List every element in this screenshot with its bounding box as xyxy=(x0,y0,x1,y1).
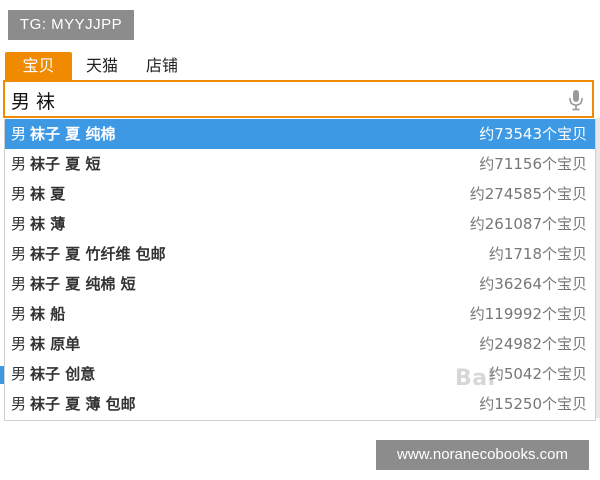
url-watermark-badge: www.noranecobooks.com xyxy=(376,440,589,470)
search-tabs: 宝贝 天猫 店铺 xyxy=(5,52,192,80)
tg-watermark-badge: TG: MYYJJPP xyxy=(8,10,134,40)
search-bar xyxy=(3,80,594,118)
result-count: 约15250个宝贝 xyxy=(479,395,587,413)
microphone-icon[interactable] xyxy=(568,89,584,111)
search-input[interactable] xyxy=(11,86,551,114)
page-edge-left xyxy=(0,366,4,384)
result-count: 约24982个宝贝 xyxy=(479,335,587,353)
suggestion-row[interactable]: 男袜子 夏 短 约71156个宝贝 xyxy=(5,149,595,179)
suggestion-row[interactable]: 男袜 薄 约261087个宝贝 xyxy=(5,209,595,239)
suggestion-row[interactable]: 男袜 原单 约24982个宝贝 xyxy=(5,329,595,359)
tab-shop[interactable]: 店铺 xyxy=(132,52,192,80)
suggestion-row[interactable]: 男袜 夏 约274585个宝贝 xyxy=(5,179,595,209)
suggestion-row[interactable]: 男袜子 夏 纯棉 约73543个宝贝 xyxy=(5,119,595,149)
result-count: 约274585个宝贝 xyxy=(469,185,587,203)
suggestion-row[interactable]: 男袜子 创意 约5042个宝贝 xyxy=(5,359,595,389)
suggestion-row[interactable]: 男袜子 夏 竹纤维 包邮 约1718个宝贝 xyxy=(5,239,595,269)
baidu-watermark: Bai xyxy=(455,366,496,391)
tab-tmall[interactable]: 天猫 xyxy=(72,52,132,80)
suggestion-dropdown: 男袜子 夏 纯棉 约73543个宝贝 男袜子 夏 短 约71156个宝贝 男袜 … xyxy=(4,119,596,421)
result-count: 约71156个宝贝 xyxy=(479,155,587,173)
suggestion-row[interactable]: 男袜 船 约119992个宝贝 xyxy=(5,299,595,329)
tab-baobei[interactable]: 宝贝 xyxy=(5,52,72,80)
result-count: 约119992个宝贝 xyxy=(469,305,587,323)
result-count: 约36264个宝贝 xyxy=(479,275,587,293)
suggestion-row[interactable]: 男袜子 夏 薄 包邮 约15250个宝贝 xyxy=(5,389,595,419)
result-count: 约261087个宝贝 xyxy=(469,215,587,233)
result-count: 约5042个宝贝 xyxy=(488,365,587,383)
result-count: 约73543个宝贝 xyxy=(479,125,587,143)
result-count: 约1718个宝贝 xyxy=(488,245,587,263)
page-edge-right xyxy=(596,118,600,418)
suggestion-row[interactable]: 男袜子 夏 纯棉 短 约36264个宝贝 xyxy=(5,269,595,299)
